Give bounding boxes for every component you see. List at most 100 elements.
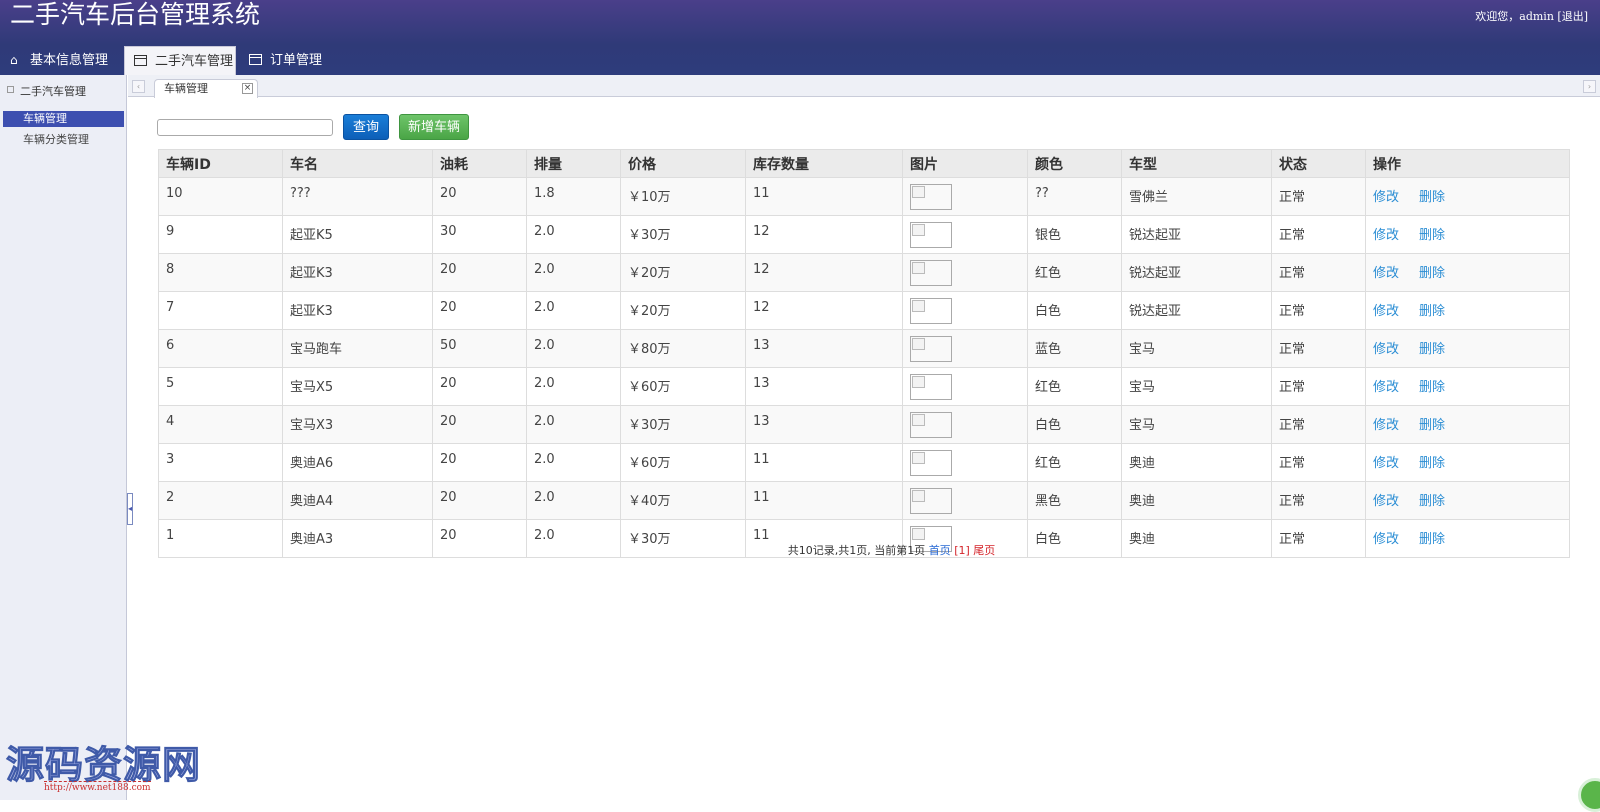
cell-actions: 修改 删除 bbox=[1366, 330, 1570, 368]
broken-image-icon bbox=[910, 184, 952, 210]
delete-link[interactable]: 删除 bbox=[1419, 380, 1445, 395]
sidebar-heading-label: 二手汽车管理 bbox=[20, 85, 86, 98]
delete-link[interactable]: 删除 bbox=[1419, 190, 1445, 205]
delete-link[interactable]: 删除 bbox=[1419, 304, 1445, 319]
cell-color: 白色 bbox=[1028, 406, 1122, 444]
cell-name: 起亚K3 bbox=[283, 254, 433, 292]
edit-link[interactable]: 修改 bbox=[1373, 418, 1399, 433]
delete-link[interactable]: 删除 bbox=[1419, 456, 1445, 471]
cell-disp: 2.0 bbox=[527, 292, 621, 330]
sidebar-collapse-handle[interactable]: ◂ bbox=[127, 493, 133, 525]
tab-label: 基本信息管理 bbox=[30, 53, 108, 68]
cell-actions: 修改 删除 bbox=[1366, 292, 1570, 330]
tab-scroll-right-icon[interactable]: › bbox=[1583, 80, 1596, 93]
cell-disp: 1.8 bbox=[527, 178, 621, 216]
sidebar: 二手汽车管理 车辆管理 车辆分类管理 bbox=[0, 75, 127, 800]
broken-image-icon bbox=[910, 260, 952, 286]
broken-image-icon bbox=[910, 412, 952, 438]
edit-link[interactable]: 修改 bbox=[1373, 456, 1399, 471]
cell-name: 起亚K3 bbox=[283, 292, 433, 330]
search-input[interactable] bbox=[157, 119, 333, 136]
cell-id: 8 bbox=[159, 254, 283, 292]
cell-stock: 13 bbox=[746, 406, 903, 444]
pager-last-link[interactable]: 尾页 bbox=[973, 544, 995, 557]
cell-image bbox=[903, 368, 1028, 406]
cell-stock: 12 bbox=[746, 292, 903, 330]
tab-basic-info[interactable]: ⌂ 基本信息管理 bbox=[0, 46, 118, 75]
cell-actions: 修改 删除 bbox=[1366, 254, 1570, 292]
pager-current-page[interactable]: [1] bbox=[954, 544, 970, 557]
cell-model: 锐达起亚 bbox=[1122, 216, 1272, 254]
delete-link[interactable]: 删除 bbox=[1419, 342, 1445, 357]
table-row: 8起亚K3202.0￥20万12红色锐达起亚正常修改删除 bbox=[159, 254, 1570, 292]
content-tab-vehicle[interactable]: 车辆管理 × bbox=[154, 79, 258, 98]
edit-link[interactable]: 修改 bbox=[1373, 304, 1399, 319]
content-tab-bar: ‹ 车辆管理 × › bbox=[128, 75, 1600, 97]
cell-fuel: 30 bbox=[433, 216, 527, 254]
welcome-text[interactable]: 欢迎您，admin [退出] bbox=[1475, 8, 1588, 24]
cell-color: 黑色 bbox=[1028, 482, 1122, 520]
cell-id: 6 bbox=[159, 330, 283, 368]
cell-status: 正常 bbox=[1272, 444, 1366, 482]
cell-color: 蓝色 bbox=[1028, 330, 1122, 368]
edit-link[interactable]: 修改 bbox=[1373, 494, 1399, 509]
cell-status: 正常 bbox=[1272, 406, 1366, 444]
tab-orders[interactable]: 订单管理 bbox=[240, 46, 340, 75]
cell-price: ￥30万 bbox=[621, 406, 746, 444]
cell-model: 锐达起亚 bbox=[1122, 254, 1272, 292]
cell-fuel: 20 bbox=[433, 482, 527, 520]
cell-stock: 12 bbox=[746, 254, 903, 292]
cell-id: 5 bbox=[159, 368, 283, 406]
cell-name: 奥迪A6 bbox=[283, 444, 433, 482]
table-body: 10???201.8￥10万11??雪佛兰正常修改删除9起亚K5302.0￥30… bbox=[159, 178, 1570, 558]
cell-name: 宝马跑车 bbox=[283, 330, 433, 368]
cell-actions: 修改 删除 bbox=[1366, 368, 1570, 406]
cell-model: 锐达起亚 bbox=[1122, 292, 1272, 330]
cell-model: 雪佛兰 bbox=[1122, 178, 1272, 216]
broken-image-icon bbox=[910, 222, 952, 248]
pager-first-link[interactable]: 首页 bbox=[929, 544, 951, 557]
add-vehicle-button[interactable]: 新增车辆 bbox=[399, 114, 469, 140]
cell-stock: 11 bbox=[746, 482, 903, 520]
column-header: 油耗 bbox=[433, 150, 527, 178]
column-header: 车辆ID bbox=[159, 150, 283, 178]
delete-link[interactable]: 删除 bbox=[1419, 494, 1445, 509]
edit-link[interactable]: 修改 bbox=[1373, 228, 1399, 243]
collapse-box-icon bbox=[7, 86, 14, 93]
close-icon[interactable]: × bbox=[242, 83, 253, 94]
cell-stock: 11 bbox=[746, 178, 903, 216]
cell-image bbox=[903, 292, 1028, 330]
sidebar-item-vehicle-management[interactable]: 车辆管理 bbox=[3, 111, 124, 127]
cell-price: ￥60万 bbox=[621, 368, 746, 406]
edit-link[interactable]: 修改 bbox=[1373, 266, 1399, 281]
table-row: 2奥迪A4202.0￥40万11黑色奥迪正常修改删除 bbox=[159, 482, 1570, 520]
edit-link[interactable]: 修改 bbox=[1373, 190, 1399, 205]
content-tab-label: 车辆管理 bbox=[164, 82, 208, 95]
cell-stock: 11 bbox=[746, 444, 903, 482]
delete-link[interactable]: 删除 bbox=[1419, 266, 1445, 281]
cell-fuel: 20 bbox=[433, 254, 527, 292]
query-button[interactable]: 查询 bbox=[343, 114, 389, 140]
edit-link[interactable]: 修改 bbox=[1373, 380, 1399, 395]
cell-image bbox=[903, 406, 1028, 444]
tab-used-car[interactable]: 二手汽车管理 bbox=[124, 46, 236, 75]
cell-actions: 修改 删除 bbox=[1366, 216, 1570, 254]
home-icon: ⌂ bbox=[10, 46, 18, 75]
cell-actions: 修改 删除 bbox=[1366, 178, 1570, 216]
tab-scroll-left-icon[interactable]: ‹ bbox=[132, 80, 145, 93]
sidebar-heading[interactable]: 二手汽车管理 bbox=[0, 83, 86, 99]
cell-name: 宝马X3 bbox=[283, 406, 433, 444]
column-header: 价格 bbox=[621, 150, 746, 178]
cell-color: 红色 bbox=[1028, 254, 1122, 292]
cell-disp: 2.0 bbox=[527, 444, 621, 482]
cell-status: 正常 bbox=[1272, 292, 1366, 330]
broken-image-icon bbox=[910, 298, 952, 324]
cell-id: 9 bbox=[159, 216, 283, 254]
cell-color: 银色 bbox=[1028, 216, 1122, 254]
cell-image bbox=[903, 482, 1028, 520]
cell-image bbox=[903, 254, 1028, 292]
edit-link[interactable]: 修改 bbox=[1373, 342, 1399, 357]
delete-link[interactable]: 删除 bbox=[1419, 418, 1445, 433]
sidebar-item-vehicle-category[interactable]: 车辆分类管理 bbox=[3, 132, 124, 148]
delete-link[interactable]: 删除 bbox=[1419, 228, 1445, 243]
